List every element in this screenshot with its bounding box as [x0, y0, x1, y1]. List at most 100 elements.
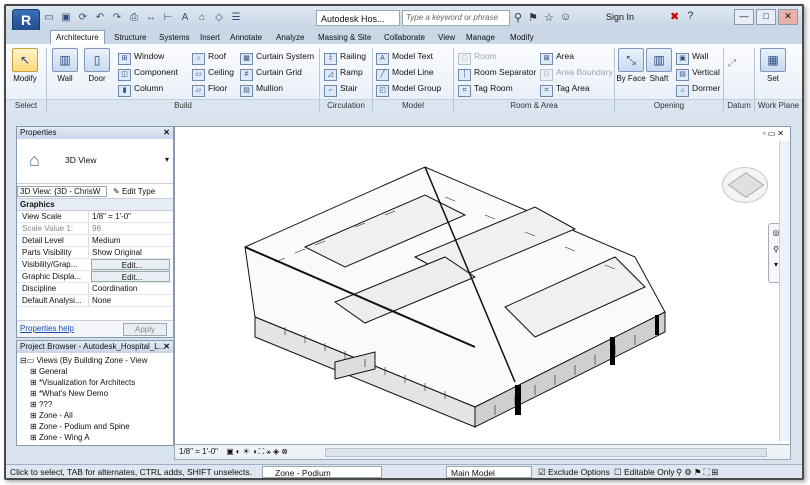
railing-button[interactable]: ⫩ Railing: [324, 50, 366, 65]
3d-view-icon[interactable]: ⌂: [195, 11, 209, 25]
modify-button[interactable]: ↖ Modify: [10, 48, 40, 83]
measure-icon[interactable]: ↔: [144, 11, 158, 25]
discipline-field[interactable]: Coordination: [88, 283, 173, 294]
dimension-icon[interactable]: ⊢: [161, 11, 175, 25]
group-select[interactable]: Select: [6, 99, 46, 111]
user-icon[interactable]: ☺: [560, 11, 571, 24]
curtain-system-button[interactable]: ▦ Curtain System: [240, 50, 314, 65]
room-separator-button[interactable]: ┆ Room Separator: [458, 66, 536, 81]
favorites-icon[interactable]: ☆: [544, 11, 554, 24]
undo-icon[interactable]: ↶: [93, 11, 107, 25]
sign-in-link[interactable]: Sign In: [606, 12, 634, 22]
graphic-display-edit-button[interactable]: Edit...: [91, 271, 170, 282]
close-icon[interactable]: ✕: [163, 127, 170, 139]
area-boundary-button[interactable]: ⊡ Area Boundary: [540, 66, 613, 81]
3d-viewport[interactable]: ▫▭✕ ◎ ⚲ ▾: [174, 126, 791, 446]
ramp-button[interactable]: ◿ Ramp: [324, 66, 363, 81]
dormer-button[interactable]: ⌂ Dormer: [676, 82, 720, 97]
model-group-button[interactable]: ◰ Model Group: [376, 82, 441, 97]
tag-room-button[interactable]: ⌗ Tag Room: [458, 82, 513, 97]
floor-button[interactable]: ▱ Floor: [192, 82, 227, 97]
column-button[interactable]: ▮ Column: [118, 82, 163, 97]
exclude-options-checkbox[interactable]: ☑ Exclude Options: [538, 465, 610, 478]
tab-collaborate[interactable]: Collaborate: [384, 31, 425, 44]
filter-icons[interactable]: ⚲⚙⚑⛶⊞: [676, 465, 721, 478]
window-button[interactable]: ⊞ Window: [118, 50, 164, 65]
workset-selector[interactable]: Zone - Podium: [262, 466, 382, 478]
vertical-opening-button[interactable]: ▤ Vertical: [676, 66, 720, 81]
tree-item[interactable]: ⊞ *Visualization for Architects: [20, 377, 170, 388]
tab-modify[interactable]: Modify: [510, 31, 534, 44]
wall-opening-button[interactable]: ▣ Wall: [676, 50, 708, 65]
view-control-icons[interactable]: ▣◐☀◑⛶⚹◈⊗: [226, 447, 290, 456]
wall-button[interactable]: ▥ Wall: [50, 48, 80, 83]
viewcube-face[interactable]: [727, 172, 765, 198]
view-window-controls[interactable]: ▫▭✕: [763, 129, 786, 138]
set-workplane-button[interactable]: ▦ Set: [758, 48, 788, 83]
analysis-field[interactable]: None: [88, 295, 173, 306]
open-icon[interactable]: ▭: [42, 11, 56, 25]
maximize-button[interactable]: □: [756, 9, 776, 25]
detail-level-field[interactable]: Medium: [88, 235, 173, 246]
shaft-button[interactable]: ▥ Shaft: [644, 48, 674, 83]
print-icon[interactable]: ⎙: [127, 11, 141, 25]
visibility-edit-button[interactable]: Edit...: [91, 259, 170, 270]
switch-windows-icon[interactable]: ☰: [229, 11, 243, 25]
curtain-grid-button[interactable]: # Curtain Grid: [240, 66, 302, 81]
tab-analyze[interactable]: Analyze: [276, 31, 304, 44]
tab-systems[interactable]: Systems: [159, 31, 190, 44]
close-icon[interactable]: ✕: [163, 341, 170, 353]
ceiling-button[interactable]: ▭ Ceiling: [192, 66, 234, 81]
tree-item[interactable]: ⊞ Zone - Podium and Spine: [20, 421, 170, 432]
search-input[interactable]: Type a keyword or phrase: [402, 10, 510, 26]
datum-level-icon[interactable]: ⤢: [728, 58, 736, 70]
minimize-button[interactable]: —: [734, 9, 754, 25]
editable-only-checkbox[interactable]: ☐ Editable Only: [614, 465, 675, 478]
door-button[interactable]: ▯ Door: [82, 48, 112, 83]
help-icon[interactable]: ?: [687, 10, 693, 23]
by-face-button[interactable]: ⤡ By Face: [616, 48, 646, 83]
collapse-icon[interactable]: ⊟: [20, 356, 27, 365]
view-scale[interactable]: 1/8" = 1'-0": [175, 447, 218, 456]
redo-icon[interactable]: ↷: [110, 11, 124, 25]
graphics-section-header[interactable]: Graphics: [17, 199, 173, 211]
tab-insert[interactable]: Insert: [200, 31, 220, 44]
stair-button[interactable]: ⌐ Stair: [324, 82, 357, 97]
chevron-down-icon[interactable]: ▾: [165, 155, 169, 164]
viewcube[interactable]: [722, 167, 768, 203]
view-scale-field[interactable]: 1/8" = 1'-0": [88, 211, 173, 222]
model-text-button[interactable]: A Model Text: [376, 50, 433, 65]
tag-area-button[interactable]: ⌗ Tag Area: [540, 82, 590, 97]
tab-architecture[interactable]: Architecture: [50, 30, 105, 44]
tree-item[interactable]: ⊞ *What's New Demo: [20, 388, 170, 399]
mullion-button[interactable]: ▤ Mullion: [240, 82, 283, 97]
apply-button[interactable]: Apply: [123, 323, 167, 336]
design-option-selector[interactable]: Main Model: [446, 466, 532, 478]
tree-root[interactable]: ⊟▭ Views (By Building Zone - View: [20, 355, 170, 366]
save-icon[interactable]: ▣: [59, 11, 73, 25]
tree-item[interactable]: ⊞ Zone - All: [20, 410, 170, 421]
sync-icon[interactable]: ⟳: [76, 11, 90, 25]
close-button[interactable]: ✕: [778, 9, 798, 25]
instance-filter[interactable]: 3D View: {3D - ChrisW: [17, 185, 107, 197]
type-selector[interactable]: ⌂ 3D View ▾: [17, 139, 173, 184]
tab-manage[interactable]: Manage: [466, 31, 495, 44]
vertical-scrollbar[interactable]: [779, 141, 790, 441]
component-button[interactable]: ◫ Component: [118, 66, 178, 81]
tab-structure[interactable]: Structure: [114, 31, 146, 44]
tab-massing-site[interactable]: Massing & Site: [318, 31, 371, 44]
exchange-icon[interactable]: ✖: [670, 10, 679, 23]
tree-item[interactable]: ⊞ Zone - Wing A: [20, 432, 170, 443]
area-button[interactable]: ⊠ Area: [540, 50, 574, 65]
tag-icon[interactable]: A: [178, 11, 192, 25]
room-button[interactable]: ▢ Room: [458, 50, 497, 65]
parts-visibility-field[interactable]: Show Original: [88, 247, 173, 258]
binoculars-icon[interactable]: ⚲: [514, 11, 522, 24]
roof-button[interactable]: ⌂ Roof: [192, 50, 226, 65]
edit-type-button[interactable]: ✎ Edit Type: [113, 187, 155, 196]
tab-view[interactable]: View: [438, 31, 455, 44]
model-line-button[interactable]: ╱ Model Line: [376, 66, 434, 81]
horizontal-scrollbar[interactable]: [325, 448, 767, 457]
properties-help-link[interactable]: Properties help: [20, 324, 74, 333]
tab-annotate[interactable]: Annotate: [230, 31, 262, 44]
